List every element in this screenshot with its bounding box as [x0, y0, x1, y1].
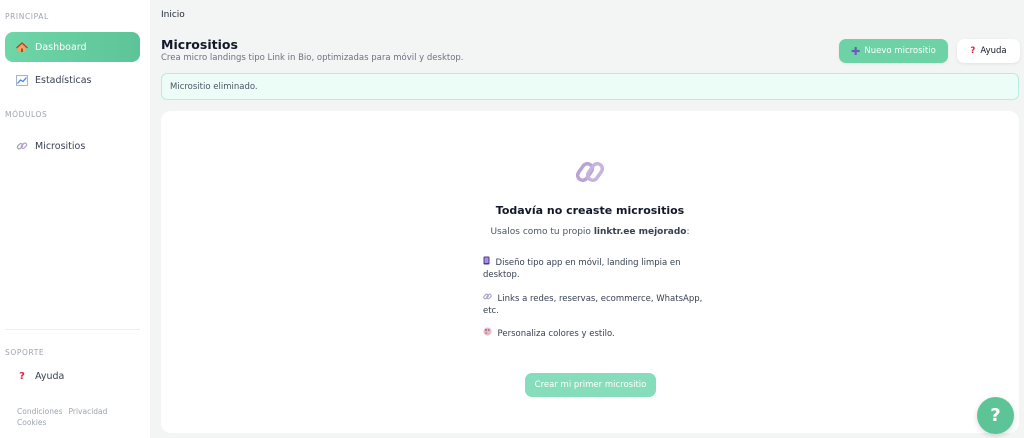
- help-button[interactable]: ? Ayuda: [957, 39, 1020, 63]
- feature-text: Links a redes, reservas, ecommerce, What…: [483, 294, 703, 316]
- question-icon: ?: [970, 46, 976, 56]
- empty-state-title: Todavía no creaste micrositios: [495, 204, 685, 217]
- link-condiciones[interactable]: Condiciones: [17, 407, 63, 416]
- page-title: Micrositios: [161, 37, 238, 52]
- sidebar-item-label: Dashboard: [35, 41, 87, 53]
- sidebar-divider: [5, 329, 140, 330]
- alert-text: Micrositio eliminado.: [170, 81, 258, 92]
- section-modulos: MÓDULOS: [5, 110, 48, 119]
- link-icon: [15, 140, 29, 152]
- empty-state-card: Todavía no creaste micrositios Usalos co…: [161, 111, 1019, 433]
- sidebar-item-ayuda[interactable]: ? Ayuda: [5, 361, 140, 391]
- create-first-microsite-button[interactable]: Crear mi primer micrositio: [525, 373, 656, 397]
- sidebar: PRINCIPAL Dashboard Estadísticas MÓDULOS…: [0, 0, 150, 438]
- feature-item: Personaliza colores y estilo.: [483, 327, 703, 340]
- feature-item: Links a redes, reservas, ecommerce, What…: [483, 292, 703, 317]
- section-principal: PRINCIPAL: [5, 12, 49, 21]
- question-icon: ?: [19, 370, 25, 382]
- sidebar-item-label: Micrositios: [35, 140, 86, 152]
- chart-icon: [15, 74, 29, 86]
- subtitle-bold: linktr.ee mejorado: [593, 227, 687, 237]
- footer-links: Condiciones Privacidad Cookies: [17, 406, 113, 428]
- link-privacidad[interactable]: Privacidad: [69, 407, 108, 416]
- phone-icon: [483, 256, 493, 267]
- help-label: Ayuda: [980, 46, 1007, 56]
- link-cookies[interactable]: Cookies: [17, 418, 46, 427]
- breadcrumb[interactable]: Inicio: [161, 10, 185, 20]
- feature-item: Diseño tipo app en móvil, landing limpia…: [483, 256, 703, 281]
- main-content: Inicio Micrositios Crea micro landings t…: [150, 0, 1024, 438]
- link-icon: [483, 293, 495, 303]
- home-icon: [15, 41, 29, 53]
- sidebar-item-micrositios[interactable]: Micrositios: [5, 131, 140, 161]
- alert-banner: Micrositio eliminado.: [161, 73, 1019, 100]
- link-icon: [572, 153, 608, 191]
- palette-icon: [483, 327, 495, 338]
- sidebar-item-estadisticas[interactable]: Estadísticas: [5, 65, 140, 95]
- new-microsite-button[interactable]: ✚ Nuevo micrositio: [839, 39, 948, 63]
- sidebar-item-dashboard[interactable]: Dashboard: [5, 32, 140, 62]
- new-microsite-label: Nuevo micrositio: [864, 46, 936, 56]
- section-soporte: SOPORTE: [5, 348, 45, 357]
- empty-state-subtitle: Usalos como tu propio linktr.ee mejorado…: [161, 227, 1019, 237]
- sidebar-item-label: Ayuda: [35, 370, 65, 382]
- subtitle-suffix: :: [686, 227, 690, 237]
- sidebar-item-label: Estadísticas: [35, 74, 92, 86]
- feature-text: Personaliza colores y estilo.: [497, 329, 615, 339]
- feature-text: Diseño tipo app en móvil, landing limpia…: [483, 258, 681, 280]
- help-fab-button[interactable]: ?: [977, 397, 1014, 434]
- plus-icon: ✚: [851, 44, 861, 58]
- subtitle-prefix: Usalos como tu propio: [490, 227, 594, 237]
- page-subtitle: Crea micro landings tipo Link in Bio, op…: [161, 53, 464, 63]
